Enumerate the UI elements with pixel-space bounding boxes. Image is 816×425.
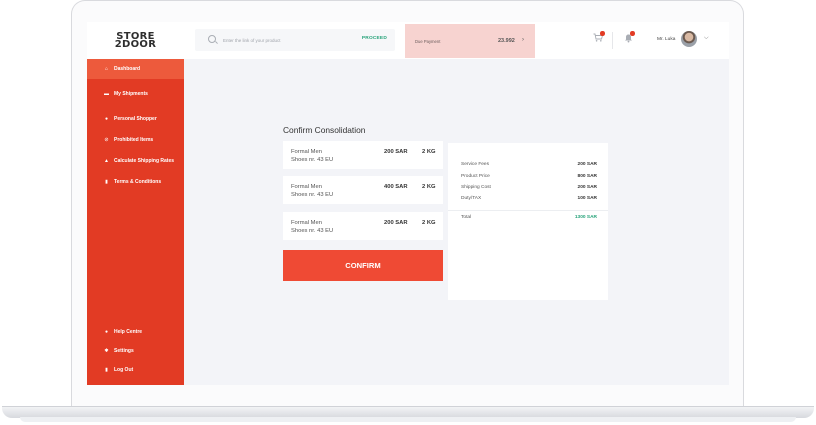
person-icon: ●: [104, 115, 109, 122]
total-label: Total: [461, 215, 472, 220]
summary-value: 200 SAR: [577, 185, 597, 190]
page-title: Confirm Consolidation: [283, 125, 366, 135]
sidebar-item-log-out[interactable]: ▮ Log Out: [87, 360, 184, 380]
notification-badge: [630, 31, 635, 36]
summary-row-duty-tax: Duty/TAX 100 SAR: [461, 196, 597, 204]
search-bar: PROCEED: [195, 29, 395, 51]
item-weight: 2 KG: [422, 149, 436, 155]
summary-row-service-fees: Service Fees 200 SAR: [461, 162, 597, 170]
logo-text: STORE 2DOOR: [114, 31, 157, 50]
item-title: Formal Men: [291, 220, 322, 226]
laptop-shadow: [20, 417, 796, 422]
summary-row-shipping-cost: Shipping Cost 200 SAR: [461, 185, 597, 193]
summary-label: Duty/TAX: [461, 196, 482, 201]
header-divider: [612, 32, 613, 49]
summary-value: 100 SAR: [577, 196, 597, 201]
item-weight: 2 KG: [422, 184, 436, 190]
order-summary: Service Fees 200 SAR Product Price 800 S…: [448, 143, 608, 300]
item-title: Formal Men: [291, 149, 322, 155]
cart-badge: [600, 31, 605, 36]
help-icon: ●: [104, 328, 109, 335]
chevron-right-icon: ›: [522, 37, 524, 43]
item-price: 200 SAR: [384, 220, 408, 226]
summary-row-product-price: Product Price 800 SAR: [461, 174, 597, 182]
sidebar-item-label: Help Centre: [114, 329, 143, 335]
logout-icon: ▮: [105, 366, 108, 373]
proceed-button[interactable]: PROCEED: [362, 36, 387, 41]
item-name: Formal Men Shoes nr. 43 EU: [291, 220, 333, 235]
avatar[interactable]: [681, 31, 697, 47]
item-size: Shoes nr. 43 EU: [291, 227, 334, 234]
list-item: Formal Men Shoes nr. 43 EU 200 SAR 2 KG: [283, 212, 443, 240]
sidebar-item-label: Dashboard: [114, 66, 141, 72]
list-item: Formal Men Shoes nr. 43 EU 400 SAR 2 KG: [283, 176, 443, 204]
item-price: 400 SAR: [384, 184, 408, 190]
sidebar-item-label: Settings: [114, 348, 134, 354]
sidebar-item-label: My Shipments: [114, 91, 148, 97]
gear-icon: ✱: [104, 347, 109, 354]
sidebar-item-my-shipments[interactable]: ▬ My Shipments: [87, 84, 184, 104]
item-name: Formal Men Shoes nr. 43 EU: [291, 184, 333, 199]
sidebar-item-prohibited-items[interactable]: ⊘ Prohibited Items: [87, 130, 184, 150]
list-item: Formal Men Shoes nr. 43 EU 200 SAR 2 KG: [283, 141, 443, 169]
weight-icon: ▲: [104, 157, 109, 164]
logo[interactable]: STORE 2DOOR: [87, 22, 184, 59]
item-price: 200 SAR: [384, 149, 408, 155]
item-size: Shoes nr. 43 EU: [291, 156, 334, 163]
total-value: 1300 SAR: [574, 215, 597, 220]
sidebar-item-dashboard[interactable]: ⌂ Dashboard: [87, 59, 184, 79]
truck-icon: ▬: [104, 90, 109, 97]
sidebar-item-label: Terms & Conditions: [114, 179, 162, 185]
sidebar-item-personal-shopper[interactable]: ● Personal Shopper: [87, 109, 184, 129]
item-title: Formal Men: [291, 184, 322, 190]
sidebar: ⌂ Dashboard ▬ My Shipments ● Personal Sh…: [87, 59, 184, 385]
user-name[interactable]: Mr. Luka: [657, 37, 675, 42]
search-icon: [208, 35, 216, 43]
summary-value: 200 SAR: [577, 162, 597, 167]
sidebar-item-label: Log Out: [114, 367, 134, 373]
sidebar-item-label: Calculate Shipping Rates: [114, 158, 175, 164]
sidebar-item-label: Personal Shopper: [114, 116, 157, 122]
summary-row-total: Total 1300 SAR: [461, 215, 597, 223]
search-input[interactable]: [223, 34, 343, 46]
summary-divider: [448, 210, 608, 211]
summary-label: Shipping Cost: [461, 185, 491, 190]
item-size: Shoes nr. 43 EU: [291, 191, 334, 198]
sidebar-item-label: Prohibited Items: [114, 137, 154, 143]
sidebar-item-help-centre[interactable]: ● Help Centre: [87, 322, 184, 342]
sidebar-item-settings[interactable]: ✱ Settings: [87, 341, 184, 361]
app-screen: STORE 2DOOR PROCEED Due Payment 23.992 ›…: [87, 22, 729, 385]
due-payment-box[interactable]: Due Payment 23.992 ›: [405, 24, 535, 58]
due-payment-label: Due Payment: [415, 39, 441, 44]
home-icon: ⌂: [104, 65, 109, 72]
sidebar-item-terms-conditions[interactable]: ▮ Terms & Conditions: [87, 172, 184, 192]
logo-line-2: 2DOOR: [114, 38, 157, 50]
top-bar: STORE 2DOOR PROCEED Due Payment 23.992 ›…: [87, 22, 729, 59]
summary-label: Service Fees: [461, 162, 489, 167]
item-weight: 2 KG: [422, 220, 436, 226]
due-payment-amount: 23.992: [498, 37, 515, 44]
sidebar-item-calculate-shipping-rates[interactable]: ▲ Calculate Shipping Rates: [87, 151, 184, 171]
prohibited-icon: ⊘: [104, 136, 109, 143]
item-name: Formal Men Shoes nr. 43 EU: [291, 149, 333, 164]
summary-label: Product Price: [461, 174, 490, 179]
summary-value: 800 SAR: [577, 174, 597, 179]
confirm-button[interactable]: CONFIRM: [283, 250, 443, 281]
chevron-down-icon[interactable]: ⌵: [704, 35, 709, 42]
document-icon: ▮: [105, 178, 108, 185]
